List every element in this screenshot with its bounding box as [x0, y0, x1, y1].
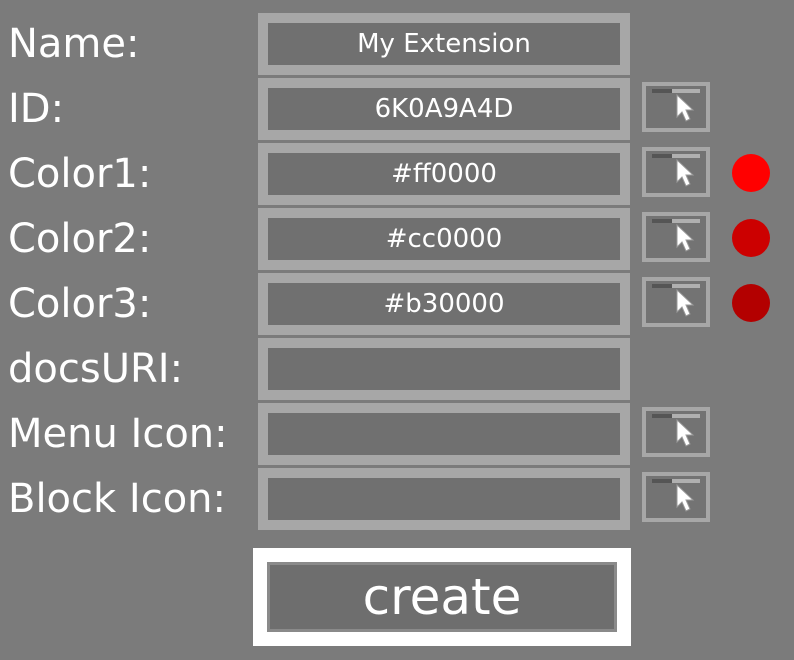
- create-button-label: create: [362, 568, 522, 626]
- id-label: ID:: [8, 86, 65, 132]
- color3-input[interactable]: [258, 273, 630, 335]
- docsuri-label: docsURI:: [8, 346, 184, 392]
- color3-row: Color3:: [0, 273, 794, 335]
- color2-swatch: [732, 219, 770, 257]
- cursor-picker-icon: [652, 479, 700, 512]
- id-picker-button[interactable]: [642, 82, 710, 132]
- cursor-picker-icon: [652, 414, 700, 447]
- block-icon-row: Block Icon:: [0, 468, 794, 530]
- cursor-picker-icon: [652, 154, 700, 187]
- block-icon-input[interactable]: [258, 468, 630, 530]
- create-button[interactable]: create: [253, 548, 631, 646]
- color1-row: Color1:: [0, 143, 794, 205]
- id-row: ID:: [0, 78, 794, 140]
- cursor-picker-icon: [652, 89, 700, 122]
- color3-picker-button[interactable]: [642, 277, 710, 327]
- color1-picker-button[interactable]: [642, 147, 710, 197]
- block-icon-picker-button[interactable]: [642, 472, 710, 522]
- color2-input[interactable]: [258, 208, 630, 270]
- docsuri-input[interactable]: [258, 338, 630, 400]
- color1-label: Color1:: [8, 151, 152, 197]
- block-icon-label: Block Icon:: [8, 476, 226, 522]
- name-input[interactable]: [258, 13, 630, 75]
- color1-input[interactable]: [258, 143, 630, 205]
- name-row: Name:: [0, 13, 794, 75]
- color2-row: Color2:: [0, 208, 794, 270]
- cursor-picker-icon: [652, 219, 700, 252]
- menu-icon-label: Menu Icon:: [8, 411, 228, 457]
- id-input[interactable]: [258, 78, 630, 140]
- color2-picker-button[interactable]: [642, 212, 710, 262]
- color3-swatch: [732, 284, 770, 322]
- menu-icon-picker-button[interactable]: [642, 407, 710, 457]
- menu-icon-input[interactable]: [258, 403, 630, 465]
- color2-label: Color2:: [8, 216, 152, 262]
- color1-swatch: [732, 154, 770, 192]
- menu-icon-row: Menu Icon:: [0, 403, 794, 465]
- name-label: Name:: [8, 21, 140, 67]
- docsuri-row: docsURI:: [0, 338, 794, 400]
- color3-label: Color3:: [8, 281, 152, 327]
- cursor-picker-icon: [652, 284, 700, 317]
